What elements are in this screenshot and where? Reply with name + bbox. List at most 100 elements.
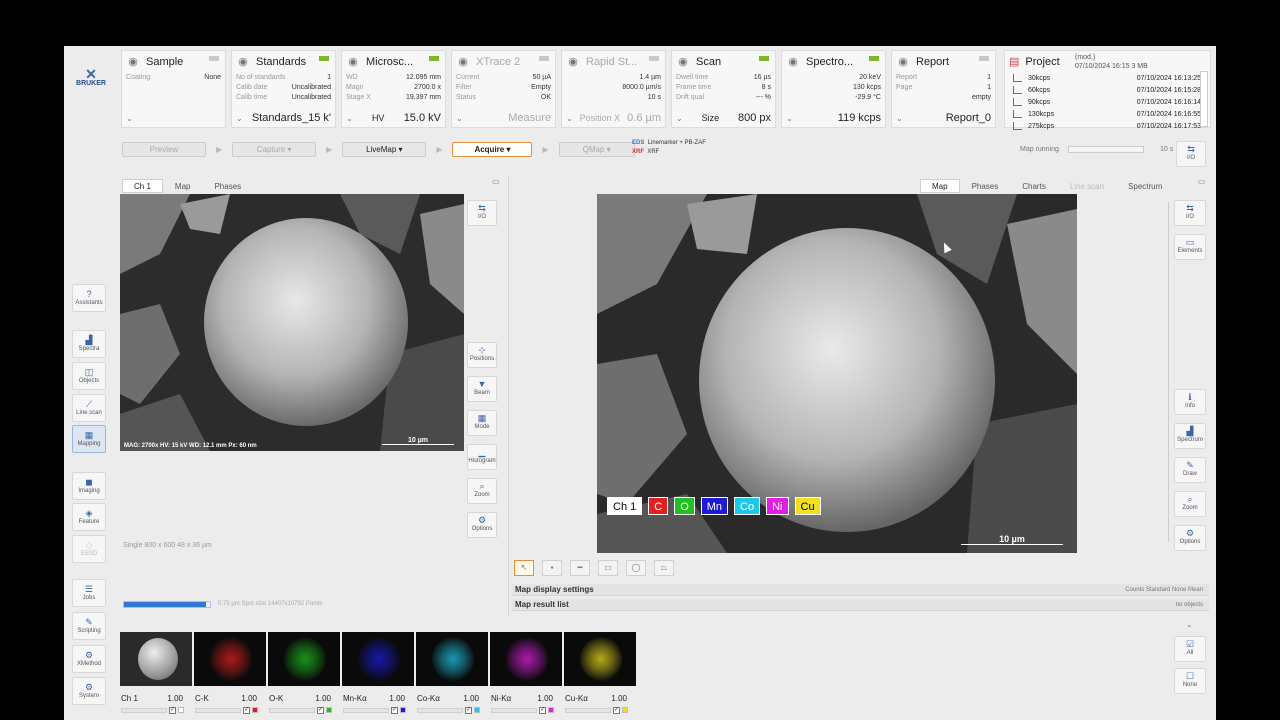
visible-checkbox[interactable]: ✓ <box>317 706 324 714</box>
color-swatch[interactable] <box>622 707 628 713</box>
visible-checkbox[interactable]: ✓ <box>391 706 398 714</box>
right-tool-spectrum[interactable]: ▟ Spectrum <box>1174 423 1206 449</box>
color-swatch[interactable] <box>178 707 184 713</box>
qmap-button[interactable]: QMap ▾ <box>558 141 635 157</box>
sidebar-feature[interactable]: ◈ Feature <box>72 503 106 531</box>
panel-footer[interactable]: ⌄ <box>126 111 221 125</box>
maximize-icon[interactable]: ▭ <box>1198 177 1206 186</box>
polygon-tool[interactable]: ⏢ <box>654 560 674 576</box>
tab-map[interactable]: Map <box>163 179 203 193</box>
tool-zoom[interactable]: ⌕ Zoom <box>467 478 497 504</box>
sidebar-jobs[interactable]: ☰ Jobs <box>72 579 106 607</box>
tab-spectrum[interactable]: Spectrum <box>1116 179 1174 193</box>
thumbnail-0[interactable] <box>120 632 192 686</box>
sidebar-mapping[interactable]: ▦ Mapping <box>72 425 106 453</box>
thumbnail-4[interactable] <box>416 632 488 686</box>
panel-footer[interactable]: ⌄ Measure <box>456 111 551 125</box>
tab-ch-1[interactable]: Ch 1 <box>122 179 163 193</box>
right-tool-io[interactable]: ⇆ I/O <box>1174 200 1206 226</box>
panel-footer[interactable]: ⌄ Report_0 <box>896 111 991 125</box>
intensity-slider[interactable] <box>195 707 241 713</box>
sidebar-system[interactable]: ⚙ System <box>72 677 106 705</box>
select-all-button[interactable]: ☑ All <box>1174 636 1206 662</box>
panel-report[interactable]: ◉ Report Report 1 Page 1 empty ⌄ Report_0 <box>891 50 996 128</box>
tab-map[interactable]: Map <box>920 179 960 193</box>
preview-button[interactable]: Preview <box>122 141 206 157</box>
project-item[interactable]: 130kcps 07/10/2024 16:16:55 <box>1013 109 1201 121</box>
tool-histogram[interactable]: ▁ Histogram <box>467 444 497 470</box>
color-swatch[interactable] <box>548 707 554 713</box>
ellipse-tool[interactable]: ◯ <box>626 560 646 576</box>
right-scrollbar[interactable] <box>1168 202 1169 542</box>
right-tool-options[interactable]: ⚙ Options <box>1174 525 1206 551</box>
right-tool-zoom[interactable]: ⌕ Zoom <box>1174 491 1206 517</box>
right-tool-draw[interactable]: ✎ Draw <box>1174 457 1206 483</box>
color-swatch[interactable] <box>252 707 258 713</box>
project-panel[interactable]: ▤ Project (mod.) 07/10/2024 16:15 3 MB 30k… <box>1004 50 1211 130</box>
livemap-button[interactable]: LiveMap ▾ <box>342 141 427 157</box>
point-tool[interactable]: ▪ <box>542 560 562 576</box>
tool-mode[interactable]: ▦ Mode <box>467 410 497 436</box>
pane-divider[interactable] <box>508 176 509 616</box>
panel-xtrace[interactable]: ◉ XTrace 2 Current 50 µA Filter Empty Status OK… <box>451 50 556 128</box>
panel-footer[interactable]: ⌄ Size 800 px <box>676 111 771 125</box>
sidebar-assistants[interactable]: ? Assistants <box>72 284 106 312</box>
visible-checkbox[interactable]: ✓ <box>169 706 176 714</box>
sidebar-spectra[interactable]: ▟ Spectra <box>72 330 106 358</box>
io-button-top[interactable]: ⇆ I/O <box>1176 141 1206 167</box>
right-tool-info[interactable]: ℹ Info <box>1174 389 1206 415</box>
acquire-button[interactable]: Acquire ▾ <box>452 141 533 157</box>
intensity-slider[interactable] <box>343 707 389 713</box>
panel-footer[interactable]: ⌄ HV 15.0 kV <box>346 111 441 125</box>
rectangle-tool[interactable]: ▭ <box>598 560 618 576</box>
project-item[interactable]: 90kcps 07/10/2024 16:16:14 <box>1013 97 1201 109</box>
visible-checkbox[interactable]: ✓ <box>539 706 546 714</box>
visible-checkbox[interactable]: ✓ <box>465 706 472 714</box>
map-display-settings[interactable]: Map display settings Counts Standard None… <box>512 584 1209 596</box>
panel-microscope[interactable]: ◉ Microsc... WD 12.095 mm Magn 2700.0 x Stage … <box>341 50 446 128</box>
thumbnail-2[interactable] <box>268 632 340 686</box>
panel-sample[interactable]: ◉ Sample Coating None ⌄ <box>121 50 226 128</box>
sem-image-right[interactable]: Ch 1 C O Mn Co Ni Cu 10 µm <box>597 194 1077 553</box>
tool-beam[interactable]: ▼ Beam <box>467 376 497 402</box>
project-item[interactable]: 30kcps 07/10/2024 16:13:25 <box>1013 73 1201 85</box>
tab-phases[interactable]: Phases <box>960 179 1011 193</box>
line-tool[interactable]: ━ <box>570 560 590 576</box>
project-item[interactable]: 275kcps 07/10/2024 16:17:53 <box>1013 121 1201 133</box>
intensity-slider[interactable] <box>417 707 463 713</box>
intensity-slider[interactable] <box>269 707 315 713</box>
tool-options[interactable]: ⚙ Options <box>467 512 497 538</box>
panel-standards[interactable]: ◉ Standards No of standards 1 Calib date Unca… <box>231 50 336 128</box>
sidebar-line-scan[interactable]: ⟋ Line scan <box>72 394 106 422</box>
panel-rapidstage[interactable]: ◉ Rapid St... 1.4 µm 8000.0 µm/s 10 s ⌄ Positi… <box>561 50 666 128</box>
intensity-slider[interactable] <box>565 707 611 713</box>
tab-line-scan[interactable]: Line scan <box>1058 179 1116 193</box>
panel-scan[interactable]: ◉ Scan Dwell time 16 µs Frame time 8 s Drift q… <box>671 50 776 128</box>
maximize-icon[interactable]: ▭ <box>492 177 500 186</box>
color-swatch[interactable] <box>400 707 406 713</box>
capture-button[interactable]: Capture ▾ <box>232 141 317 157</box>
map-result-list[interactable]: Map result list no objects <box>512 599 1209 611</box>
sidebar-xmethod[interactable]: ⚙ XMethod <box>72 645 106 673</box>
sidebar-imaging[interactable]: ◼ Imaging <box>72 472 106 500</box>
panel-footer[interactable]: ⌄ Standards_15 k' <box>236 111 331 125</box>
pointer-tool[interactable]: ↖ <box>514 560 534 576</box>
visible-checkbox[interactable]: ✓ <box>613 706 620 714</box>
panel-footer[interactable]: ⌄ Position X 0.6 µm <box>566 111 661 125</box>
visible-checkbox[interactable]: ✓ <box>243 706 250 714</box>
panel-spectro[interactable]: ◉ Spectro... 20 keV 130 kcps -29.9 °C ⌄ 119 kc… <box>781 50 886 128</box>
intensity-slider[interactable] <box>491 707 537 713</box>
right-tool-elements[interactable]: ▭ Elements <box>1174 234 1206 260</box>
thumbnail-6[interactable] <box>564 632 636 686</box>
color-swatch[interactable] <box>474 707 480 713</box>
color-swatch[interactable] <box>326 707 332 713</box>
tool-io[interactable]: ⇆ I/O <box>467 200 497 226</box>
sem-image-left[interactable]: MAG: 2700x HV: 15 kV WD: 12.1 mm Px: 60 … <box>120 194 464 451</box>
tab-phases[interactable]: Phases <box>202 179 253 193</box>
select-none-button[interactable]: ☐ None <box>1174 668 1206 694</box>
thumbnail-3[interactable] <box>342 632 414 686</box>
thumbnail-1[interactable] <box>194 632 266 686</box>
intensity-slider[interactable] <box>121 707 167 713</box>
panel-footer[interactable]: ⌄ 119 kcps <box>786 111 881 125</box>
collapse-icon[interactable]: ⌃ <box>1186 624 1193 633</box>
